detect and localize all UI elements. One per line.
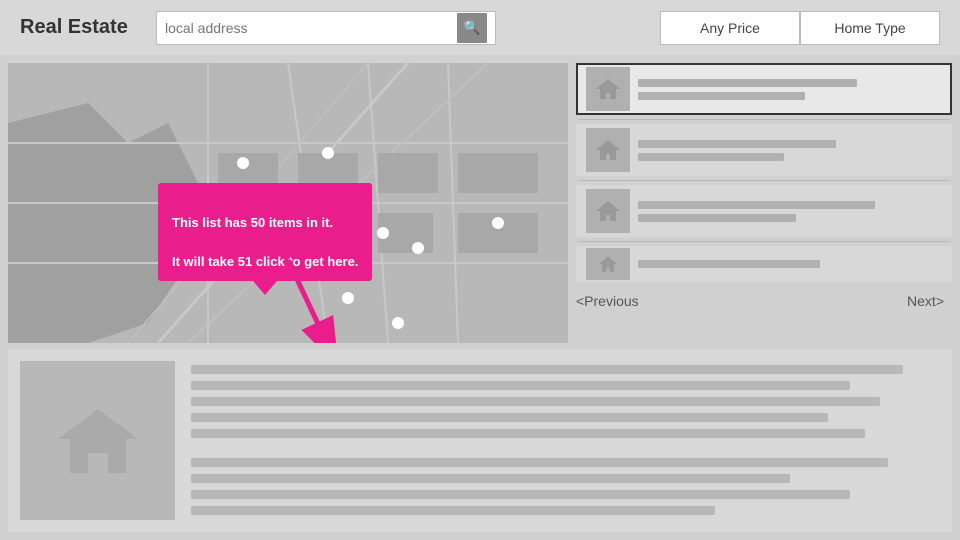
big-arrow-icon <box>278 255 338 343</box>
detail-section <box>8 349 952 532</box>
next-button[interactable]: Next> <box>907 293 944 309</box>
search-bar: 🔍 <box>156 11 496 45</box>
tooltip-box: This list has 50 items in it. It will ta… <box>158 183 372 281</box>
listing-item[interactable] <box>576 246 952 282</box>
header-filters: Any Price Home Type <box>660 11 940 45</box>
item-content <box>638 79 942 100</box>
header: Real Estate 🔍 Any Price Home Type <box>0 0 960 55</box>
item-content <box>638 201 942 222</box>
listing-panel: <Previous Next> <box>576 55 960 345</box>
item-content <box>638 140 942 161</box>
tooltip-overlay: This list has 50 items in it. It will ta… <box>158 183 372 295</box>
detail-image <box>20 361 175 520</box>
listing-item[interactable] <box>576 185 952 237</box>
home-icon <box>586 67 630 111</box>
item-content <box>638 260 942 268</box>
previous-button[interactable]: <Previous <box>576 293 639 309</box>
main-content: This list has 50 items in it. It will ta… <box>0 55 960 540</box>
home-type-filter-button[interactable]: Home Type <box>800 11 940 45</box>
pagination: <Previous Next> <box>576 286 952 316</box>
price-filter-button[interactable]: Any Price <box>660 11 800 45</box>
tooltip-arrow <box>158 281 372 295</box>
tooltip-line1: This list has 50 items in it. <box>172 215 333 230</box>
home-icon <box>586 248 630 280</box>
listing-item[interactable] <box>576 63 952 115</box>
app-title: Real Estate <box>20 16 140 39</box>
home-icon <box>586 189 630 233</box>
detail-content <box>191 361 940 520</box>
search-button[interactable]: 🔍 <box>457 13 487 43</box>
top-section: This list has 50 items in it. It will ta… <box>0 55 960 345</box>
home-icon <box>586 128 630 172</box>
map-container[interactable]: This list has 50 items in it. It will ta… <box>8 63 568 343</box>
listing-item[interactable] <box>576 124 952 176</box>
search-input[interactable] <box>165 20 457 36</box>
